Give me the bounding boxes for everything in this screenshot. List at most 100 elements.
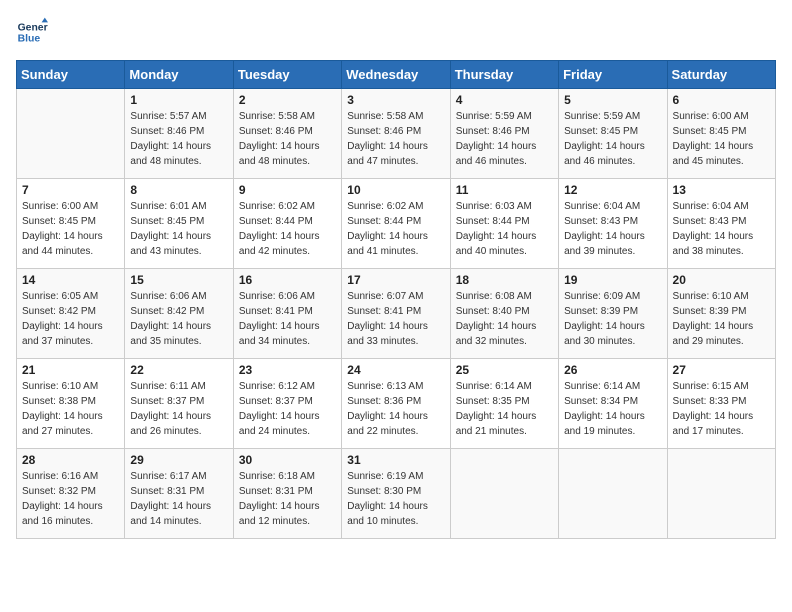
calendar-cell: 24 Sunrise: 6:13 AM Sunset: 8:36 PM Dayl… xyxy=(342,359,450,449)
daylight-text: Daylight: 14 hours and 40 minutes. xyxy=(456,229,553,259)
svg-text:Blue: Blue xyxy=(18,34,41,45)
sunset-text: Sunset: 8:43 PM xyxy=(564,214,661,229)
calendar-cell: 5 Sunrise: 5:59 AM Sunset: 8:45 PM Dayli… xyxy=(559,89,667,179)
sunset-text: Sunset: 8:33 PM xyxy=(673,394,770,409)
calendar-cell: 19 Sunrise: 6:09 AM Sunset: 8:39 PM Dayl… xyxy=(559,269,667,359)
calendar-week-row: 14 Sunrise: 6:05 AM Sunset: 8:42 PM Dayl… xyxy=(17,269,776,359)
calendar-cell: 20 Sunrise: 6:10 AM Sunset: 8:39 PM Dayl… xyxy=(667,269,775,359)
calendar-cell xyxy=(667,449,775,539)
sunrise-text: Sunrise: 6:04 AM xyxy=(564,199,661,214)
day-number: 17 xyxy=(347,273,444,287)
day-number: 25 xyxy=(456,363,553,377)
sunrise-text: Sunrise: 6:14 AM xyxy=(456,379,553,394)
day-number: 1 xyxy=(130,93,227,107)
daylight-text: Daylight: 14 hours and 16 minutes. xyxy=(22,499,119,529)
sunrise-text: Sunrise: 6:02 AM xyxy=(347,199,444,214)
sunset-text: Sunset: 8:46 PM xyxy=(456,124,553,139)
day-number: 20 xyxy=(673,273,770,287)
day-number: 26 xyxy=(564,363,661,377)
sunrise-text: Sunrise: 6:14 AM xyxy=(564,379,661,394)
calendar-cell: 30 Sunrise: 6:18 AM Sunset: 8:31 PM Dayl… xyxy=(233,449,341,539)
day-number: 4 xyxy=(456,93,553,107)
sunset-text: Sunset: 8:39 PM xyxy=(564,304,661,319)
weekday-header-wednesday: Wednesday xyxy=(342,61,450,89)
sunset-text: Sunset: 8:41 PM xyxy=(347,304,444,319)
sunrise-text: Sunrise: 6:16 AM xyxy=(22,469,119,484)
sunset-text: Sunset: 8:38 PM xyxy=(22,394,119,409)
calendar-cell: 14 Sunrise: 6:05 AM Sunset: 8:42 PM Dayl… xyxy=(17,269,125,359)
daylight-text: Daylight: 14 hours and 37 minutes. xyxy=(22,319,119,349)
calendar-cell xyxy=(17,89,125,179)
sunrise-text: Sunrise: 6:03 AM xyxy=(456,199,553,214)
sunrise-text: Sunrise: 6:19 AM xyxy=(347,469,444,484)
daylight-text: Daylight: 14 hours and 48 minutes. xyxy=(130,139,227,169)
day-number: 12 xyxy=(564,183,661,197)
sunset-text: Sunset: 8:46 PM xyxy=(347,124,444,139)
day-number: 19 xyxy=(564,273,661,287)
day-number: 6 xyxy=(673,93,770,107)
day-number: 16 xyxy=(239,273,336,287)
weekday-header-tuesday: Tuesday xyxy=(233,61,341,89)
daylight-text: Daylight: 14 hours and 27 minutes. xyxy=(22,409,119,439)
weekday-header-monday: Monday xyxy=(125,61,233,89)
daylight-text: Daylight: 14 hours and 12 minutes. xyxy=(239,499,336,529)
sunset-text: Sunset: 8:34 PM xyxy=(564,394,661,409)
daylight-text: Daylight: 14 hours and 14 minutes. xyxy=(130,499,227,529)
day-number: 10 xyxy=(347,183,444,197)
sunset-text: Sunset: 8:45 PM xyxy=(130,214,227,229)
weekday-header-row: SundayMondayTuesdayWednesdayThursdayFrid… xyxy=(17,61,776,89)
day-number: 8 xyxy=(130,183,227,197)
sunset-text: Sunset: 8:30 PM xyxy=(347,484,444,499)
calendar-cell: 31 Sunrise: 6:19 AM Sunset: 8:30 PM Dayl… xyxy=(342,449,450,539)
calendar-cell: 26 Sunrise: 6:14 AM Sunset: 8:34 PM Dayl… xyxy=(559,359,667,449)
day-number: 21 xyxy=(22,363,119,377)
sunset-text: Sunset: 8:39 PM xyxy=(673,304,770,319)
daylight-text: Daylight: 14 hours and 35 minutes. xyxy=(130,319,227,349)
day-number: 9 xyxy=(239,183,336,197)
sunset-text: Sunset: 8:45 PM xyxy=(673,124,770,139)
calendar-cell: 11 Sunrise: 6:03 AM Sunset: 8:44 PM Dayl… xyxy=(450,179,558,269)
day-number: 18 xyxy=(456,273,553,287)
daylight-text: Daylight: 14 hours and 32 minutes. xyxy=(456,319,553,349)
sunrise-text: Sunrise: 5:57 AM xyxy=(130,109,227,124)
sunset-text: Sunset: 8:37 PM xyxy=(130,394,227,409)
daylight-text: Daylight: 14 hours and 38 minutes. xyxy=(673,229,770,259)
daylight-text: Daylight: 14 hours and 33 minutes. xyxy=(347,319,444,349)
daylight-text: Daylight: 14 hours and 45 minutes. xyxy=(673,139,770,169)
daylight-text: Daylight: 14 hours and 21 minutes. xyxy=(456,409,553,439)
sunrise-text: Sunrise: 6:12 AM xyxy=(239,379,336,394)
sunset-text: Sunset: 8:41 PM xyxy=(239,304,336,319)
daylight-text: Daylight: 14 hours and 41 minutes. xyxy=(347,229,444,259)
day-number: 15 xyxy=(130,273,227,287)
sunset-text: Sunset: 8:44 PM xyxy=(347,214,444,229)
calendar-cell xyxy=(559,449,667,539)
sunset-text: Sunset: 8:31 PM xyxy=(130,484,227,499)
sunrise-text: Sunrise: 6:09 AM xyxy=(564,289,661,304)
daylight-text: Daylight: 14 hours and 10 minutes. xyxy=(347,499,444,529)
calendar-table: SundayMondayTuesdayWednesdayThursdayFrid… xyxy=(16,60,776,539)
sunrise-text: Sunrise: 5:58 AM xyxy=(347,109,444,124)
day-number: 14 xyxy=(22,273,119,287)
daylight-text: Daylight: 14 hours and 19 minutes. xyxy=(564,409,661,439)
day-number: 2 xyxy=(239,93,336,107)
daylight-text: Daylight: 14 hours and 17 minutes. xyxy=(673,409,770,439)
calendar-week-row: 28 Sunrise: 6:16 AM Sunset: 8:32 PM Dayl… xyxy=(17,449,776,539)
calendar-cell: 6 Sunrise: 6:00 AM Sunset: 8:45 PM Dayli… xyxy=(667,89,775,179)
daylight-text: Daylight: 14 hours and 24 minutes. xyxy=(239,409,336,439)
sunrise-text: Sunrise: 6:18 AM xyxy=(239,469,336,484)
calendar-cell: 27 Sunrise: 6:15 AM Sunset: 8:33 PM Dayl… xyxy=(667,359,775,449)
calendar-body: 1 Sunrise: 5:57 AM Sunset: 8:46 PM Dayli… xyxy=(17,89,776,539)
sunset-text: Sunset: 8:42 PM xyxy=(130,304,227,319)
day-number: 7 xyxy=(22,183,119,197)
calendar-cell: 15 Sunrise: 6:06 AM Sunset: 8:42 PM Dayl… xyxy=(125,269,233,359)
daylight-text: Daylight: 14 hours and 22 minutes. xyxy=(347,409,444,439)
weekday-header-saturday: Saturday xyxy=(667,61,775,89)
day-number: 30 xyxy=(239,453,336,467)
page-header: General Blue xyxy=(16,16,776,48)
sunrise-text: Sunrise: 5:59 AM xyxy=(456,109,553,124)
sunset-text: Sunset: 8:44 PM xyxy=(239,214,336,229)
logo-icon: General Blue xyxy=(16,16,48,48)
daylight-text: Daylight: 14 hours and 47 minutes. xyxy=(347,139,444,169)
sunset-text: Sunset: 8:46 PM xyxy=(130,124,227,139)
calendar-cell: 22 Sunrise: 6:11 AM Sunset: 8:37 PM Dayl… xyxy=(125,359,233,449)
